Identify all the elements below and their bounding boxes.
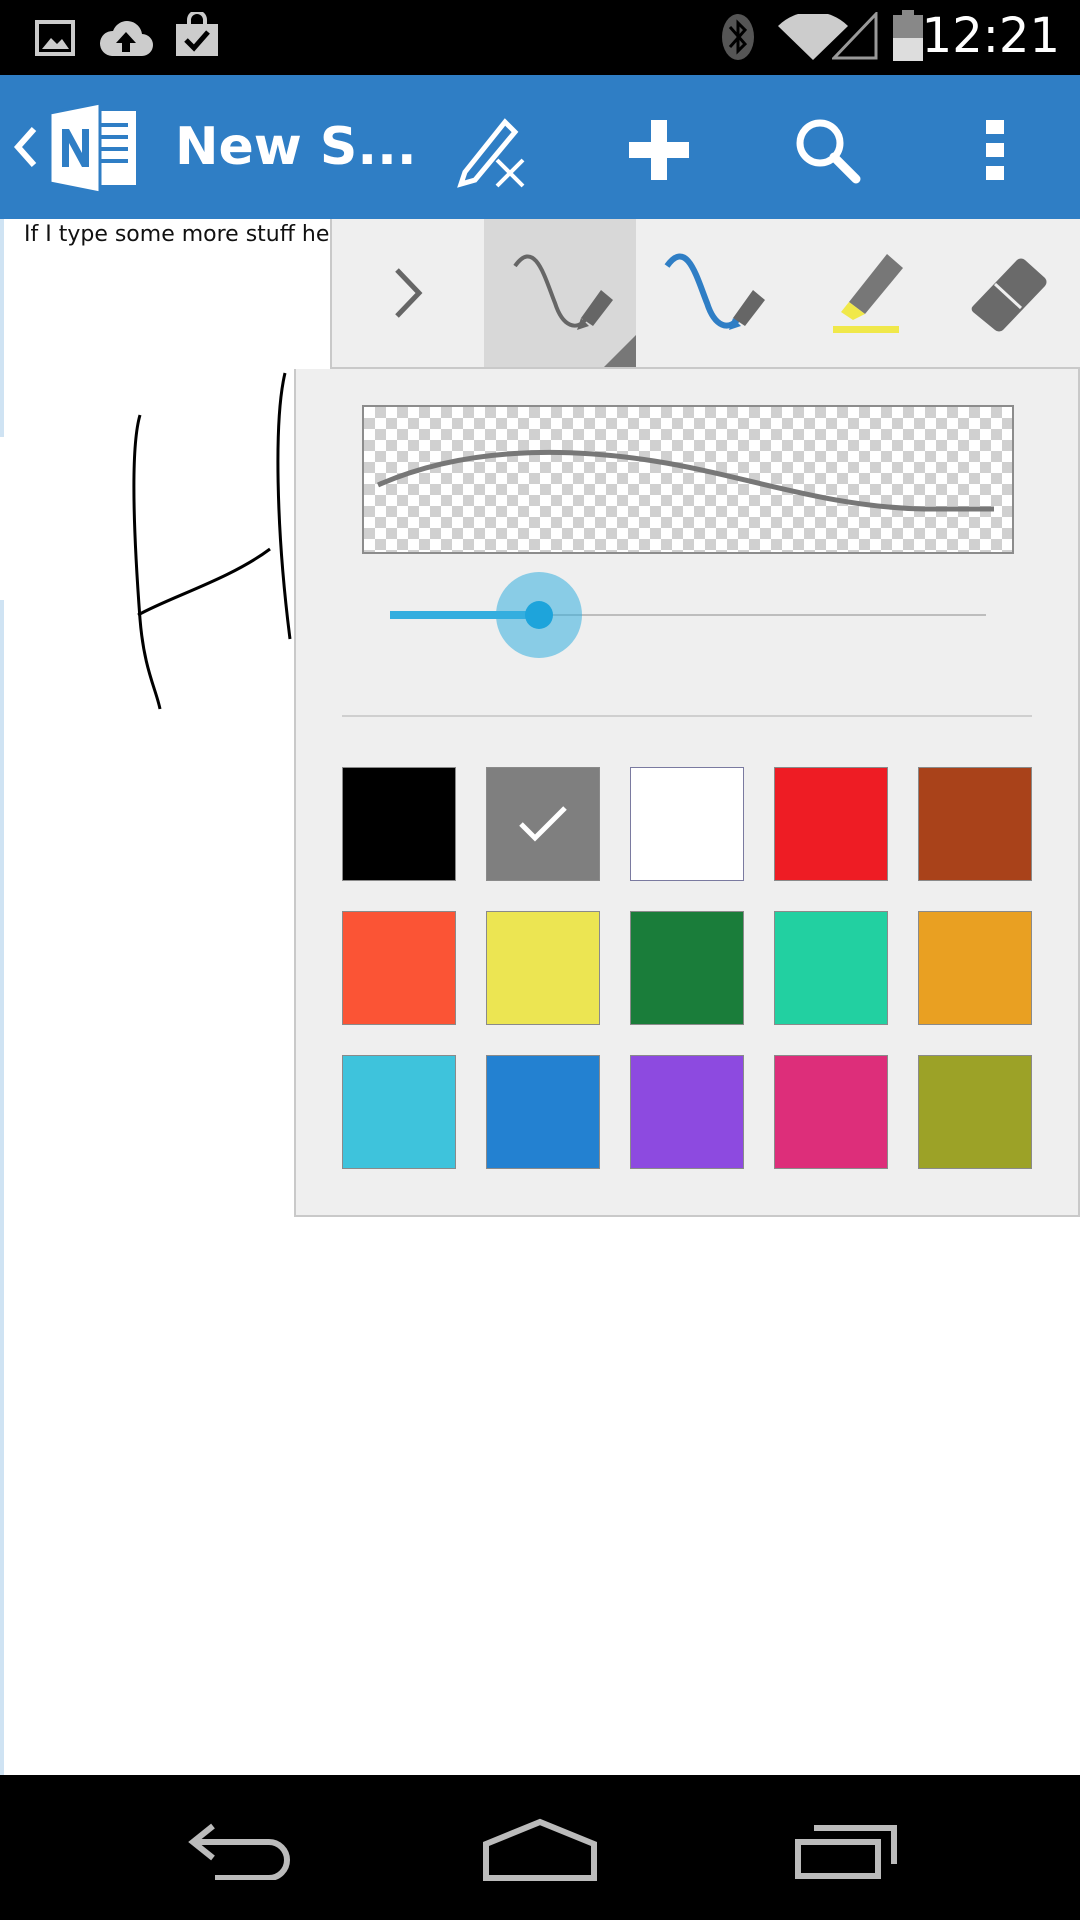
page-margin-rule (0, 600, 4, 1775)
panel-divider (342, 715, 1032, 717)
gallery-icon (35, 20, 75, 56)
cellular-signal-icon (832, 12, 878, 60)
color-swatch[interactable] (774, 911, 888, 1025)
page-title[interactable]: New S... (175, 117, 417, 177)
color-swatch[interactable] (918, 1055, 1032, 1169)
pen-blue-icon (664, 253, 765, 330)
chevron-right-icon (395, 268, 423, 318)
stroke-thickness-slider[interactable] (390, 572, 986, 658)
up-navigation-chevron-icon[interactable] (12, 125, 38, 169)
pen-options-panel (294, 369, 1080, 1217)
color-swatch[interactable] (486, 911, 600, 1025)
eraser-tool[interactable] (940, 219, 1080, 367)
color-swatch[interactable] (774, 1055, 888, 1169)
handwriting-ink[interactable] (0, 219, 300, 739)
navigation-bar (0, 1775, 1080, 1920)
color-swatch[interactable] (630, 911, 744, 1025)
color-swatch-grid (342, 767, 1034, 1169)
tool-options-indicator (604, 335, 636, 367)
overflow-menu-button[interactable] (950, 105, 1040, 195)
slider-thumb[interactable] (525, 601, 553, 629)
back-icon (188, 1823, 290, 1880)
home-button[interactable] (470, 1805, 610, 1895)
color-swatch[interactable] (630, 767, 744, 881)
shopping-bag-check-icon (176, 12, 218, 56)
color-swatch[interactable] (342, 767, 456, 881)
pen-tool-blue[interactable] (636, 219, 788, 367)
eraser-icon (971, 258, 1047, 332)
checkmark-icon (519, 806, 567, 842)
recent-apps-button[interactable] (775, 1805, 915, 1895)
app-bar: New S... (0, 75, 1080, 219)
color-swatch[interactable] (918, 767, 1032, 881)
stroke-preview (362, 405, 1014, 554)
onenote-logo-icon[interactable] (48, 101, 144, 195)
battery-icon (893, 10, 923, 61)
color-swatch[interactable] (774, 767, 888, 881)
pen-cancel-icon (457, 118, 525, 188)
add-button[interactable] (614, 105, 704, 195)
home-icon (483, 1818, 597, 1881)
status-bar: 12:21 (0, 0, 1080, 75)
clock: 12:21 (921, 8, 1060, 64)
highlighter-icon (833, 254, 903, 333)
pen-gray-icon (513, 254, 613, 330)
cloud-upload-icon (99, 21, 153, 56)
back-button[interactable] (170, 1805, 310, 1895)
color-swatch[interactable] (342, 1055, 456, 1169)
color-swatch[interactable] (342, 911, 456, 1025)
overflow-menu-icon (986, 120, 1004, 180)
stroke-preview-line (376, 449, 994, 512)
pen-toolbar (330, 219, 1080, 369)
add-icon (629, 120, 689, 180)
collapse-toolbar-button[interactable] (332, 219, 484, 367)
search-icon (796, 119, 861, 184)
pen-tool-gray[interactable] (484, 219, 636, 367)
color-swatch[interactable] (630, 1055, 744, 1169)
bluetooth-icon (722, 14, 754, 60)
pen-cancel-button[interactable] (448, 105, 538, 195)
search-button[interactable] (782, 105, 872, 195)
recent-apps-icon (795, 1825, 897, 1879)
color-swatch[interactable] (486, 1055, 600, 1169)
color-swatch[interactable] (486, 767, 600, 881)
color-swatch[interactable] (918, 911, 1032, 1025)
highlighter-tool[interactable] (788, 219, 940, 367)
